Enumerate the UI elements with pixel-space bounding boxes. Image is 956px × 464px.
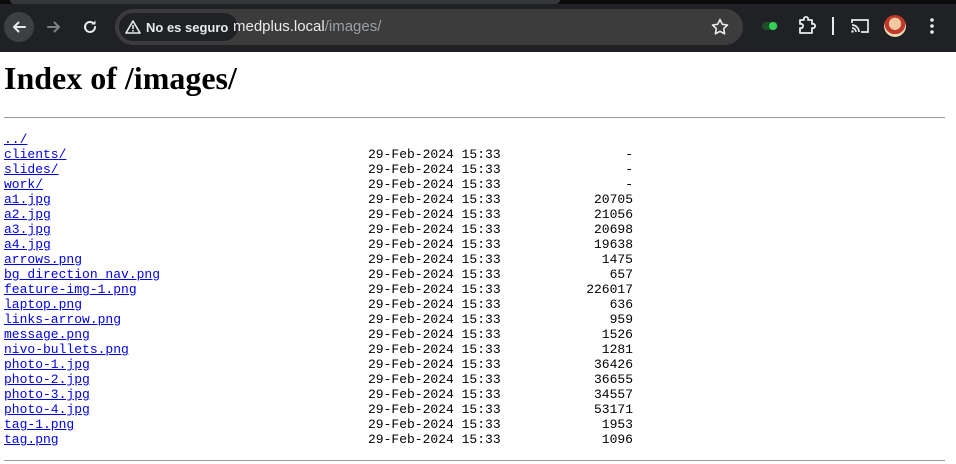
tab-strip: [0, 0, 956, 4]
reload-button[interactable]: [75, 12, 105, 42]
address-bar[interactable]: No es seguro medplus.local/images/: [115, 9, 743, 45]
url-path: /images/: [324, 18, 382, 35]
modified-date: 29-Feb-2024 15:33: [368, 147, 501, 162]
file-size: 19638: [593, 237, 633, 252]
modified-date: 29-Feb-2024 15:33: [368, 327, 501, 342]
cast-button[interactable]: [850, 14, 870, 43]
modified-date: 29-Feb-2024 15:33: [368, 222, 501, 237]
file-link[interactable]: photo-4.jpg: [4, 402, 90, 417]
page-title: Index of /images/: [4, 60, 237, 96]
parent-directory-link[interactable]: ../: [4, 132, 27, 147]
modified-date: 29-Feb-2024 15:33: [368, 237, 501, 252]
modified-date: 29-Feb-2024 15:33: [368, 417, 501, 432]
avatar[interactable]: [884, 15, 906, 37]
modified-date: 29-Feb-2024 15:33: [368, 387, 501, 402]
file-size: 20698: [593, 222, 633, 237]
file-size: 1096: [601, 432, 633, 447]
file-size: 21056: [593, 207, 633, 222]
back-button[interactable]: [4, 12, 34, 42]
file-link[interactable]: photo-1.jpg: [4, 357, 90, 372]
modified-date: 29-Feb-2024 15:33: [368, 357, 501, 372]
file-size: -: [625, 147, 633, 162]
extensions-button[interactable]: [797, 14, 817, 43]
file-link[interactable]: nivo-bullets.png: [4, 342, 129, 357]
file-link[interactable]: message.png: [4, 327, 90, 342]
file-link[interactable]: tag.png: [4, 432, 59, 447]
modified-date: 29-Feb-2024 15:33: [368, 342, 501, 357]
file-link[interactable]: bg_direction_nav.png: [4, 267, 160, 282]
modified-date: 29-Feb-2024 15:33: [368, 252, 501, 267]
file-size: 1281: [601, 342, 633, 357]
browser-toolbar: No es seguro medplus.local/images/: [0, 0, 956, 52]
modified-date: 29-Feb-2024 15:33: [368, 192, 501, 207]
toolbar-divider: [832, 17, 834, 35]
bottom-divider: [4, 460, 945, 461]
forward-button[interactable]: [39, 12, 69, 42]
warning-triangle-icon: [125, 20, 141, 34]
file-size: 34557: [593, 387, 633, 402]
file-size: 959: [609, 312, 633, 327]
url-host: medplus.local: [233, 18, 325, 35]
back-arrow-icon: [13, 21, 26, 33]
file-size: -: [625, 162, 633, 177]
file-link[interactable]: photo-3.jpg: [4, 387, 90, 402]
extension-toggle-button[interactable]: [760, 14, 780, 43]
active-tab-edge[interactable]: [10, 0, 560, 4]
file-link[interactable]: a4.jpg: [4, 237, 51, 252]
modified-date: 29-Feb-2024 15:33: [368, 162, 501, 177]
file-size: 1475: [601, 252, 633, 267]
file-size: 1526: [601, 327, 633, 342]
top-divider: [4, 117, 945, 118]
url-text[interactable]: medplus.local/images/: [233, 18, 381, 35]
file-size: 636: [609, 297, 633, 312]
modified-date: 29-Feb-2024 15:33: [368, 372, 501, 387]
file-link[interactable]: slides/: [4, 162, 59, 177]
modified-date: 29-Feb-2024 15:33: [368, 207, 501, 222]
file-link[interactable]: a1.jpg: [4, 192, 51, 207]
file-size: 226017: [586, 282, 633, 297]
extension-toggle-icon: [762, 22, 778, 30]
forward-arrow-icon: [47, 21, 60, 33]
star-icon: [711, 18, 729, 35]
file-link[interactable]: tag-1.png: [4, 417, 74, 432]
file-link[interactable]: feature-img-1.png: [4, 282, 137, 297]
file-size: 36655: [593, 372, 633, 387]
file-size: -: [625, 177, 633, 192]
bookmark-button[interactable]: [710, 17, 730, 42]
modified-date: 29-Feb-2024 15:33: [368, 267, 501, 282]
file-link[interactable]: a3.jpg: [4, 222, 51, 237]
modified-date: 29-Feb-2024 15:33: [368, 177, 501, 192]
cast-icon: [851, 19, 869, 33]
modified-date: 29-Feb-2024 15:33: [368, 402, 501, 417]
file-size: 1953: [601, 417, 633, 432]
file-link[interactable]: clients/: [4, 147, 66, 162]
file-size: 36426: [593, 357, 633, 372]
menu-button[interactable]: [924, 14, 940, 43]
kebab-menu-icon: [930, 18, 934, 34]
modified-date: 29-Feb-2024 15:33: [368, 297, 501, 312]
file-link[interactable]: laptop.png: [4, 297, 82, 312]
reload-icon: [84, 20, 96, 33]
page-content: Index of /images/ ../clients/29-Feb-2024…: [0, 52, 956, 464]
file-link[interactable]: photo-2.jpg: [4, 372, 90, 387]
file-size: 53171: [593, 402, 633, 417]
file-size: 657: [609, 267, 633, 282]
modified-date: 29-Feb-2024 15:33: [368, 432, 501, 447]
puzzle-icon: [799, 16, 816, 34]
file-size: 20705: [593, 192, 633, 207]
file-link[interactable]: work/: [4, 177, 43, 192]
security-chip[interactable]: No es seguro: [119, 13, 239, 41]
modified-date: 29-Feb-2024 15:33: [368, 312, 501, 327]
security-label: No es seguro: [146, 19, 229, 35]
file-link[interactable]: a2.jpg: [4, 207, 51, 222]
modified-date: 29-Feb-2024 15:33: [368, 282, 501, 297]
file-link[interactable]: links-arrow.png: [4, 312, 121, 327]
file-link[interactable]: arrows.png: [4, 252, 82, 267]
